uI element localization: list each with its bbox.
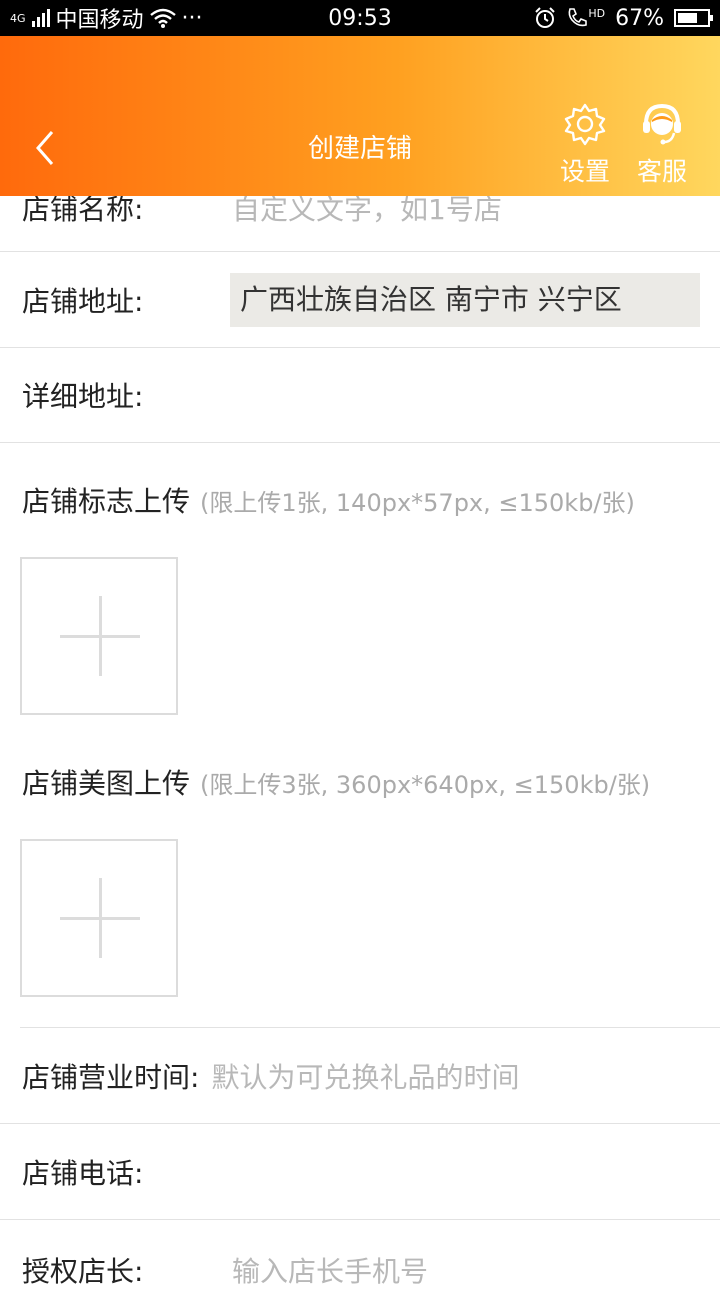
photo-upload-button[interactable] [20,839,178,997]
customer-service-button[interactable]: 客服 [630,102,694,188]
battery-percent: 67% [615,5,664,31]
photo-upload-title: 店铺美图上传 (限上传3张, 360px*640px, ≤150kb/张) [22,762,650,802]
store-address-select[interactable]: 广西壮族自治区 南宁市 兴宁区 [230,272,700,327]
battery-icon [674,9,713,27]
business-hours-label: 店铺营业时间: [22,1060,200,1094]
status-bar: 4G 中国移动 ··· 09:53 HD 67% [0,0,720,36]
service-label: 客服 [636,157,687,186]
logo-upload-button[interactable] [20,557,178,715]
photo-upload-hint: (限上传3张, 360px*640px, ≤150kb/张) [200,771,651,799]
store-address-row[interactable]: 店铺地址: 广西壮族自治区 南宁市 兴宁区 [0,252,720,348]
hd-call-icon: HD [566,7,605,29]
signal-icon [31,9,50,27]
manager-label: 授权店长: [22,1255,144,1288]
manager-row[interactable]: 授权店长: 输入店长手机号 [0,1220,720,1316]
store-address-label: 店铺地址: [22,284,144,318]
manager-phone-input[interactable]: 输入店长手机号 [232,1250,428,1290]
headset-icon [643,103,681,145]
more-indicator: ··· [181,5,203,31]
logo-upload-title: 店铺标志上传 (限上传1张, 140px*57px, ≤150kb/张) [22,480,635,520]
wifi-icon [149,8,176,28]
store-phone-label: 店铺电话: [22,1156,144,1190]
business-hours-row[interactable]: 店铺营业时间: 默认为可兑换礼品的时间 [0,1028,720,1124]
store-phone-row[interactable]: 店铺电话: [0,1124,720,1220]
detail-address-label: 详细地址: [22,380,144,413]
settings-button[interactable]: 设置 [553,102,617,188]
app-header: 创建店铺 设置 客服 [0,36,720,196]
photo-upload-label: 店铺美图上传 [22,767,191,800]
settings-label: 设置 [559,157,610,186]
logo-upload-hint: (限上传1张, 140px*57px, ≤150kb/张) [200,489,635,517]
carrier-name: 中国移动 [55,8,144,33]
business-hours-input[interactable]: 默认为可兑换礼品的时间 [211,1056,519,1096]
network-type: 4G [10,11,26,25]
gear-icon [564,103,606,146]
alarm-icon [535,7,556,28]
detail-address-row[interactable]: 详细地址: [0,348,720,443]
logo-upload-label: 店铺标志上传 [22,485,191,518]
